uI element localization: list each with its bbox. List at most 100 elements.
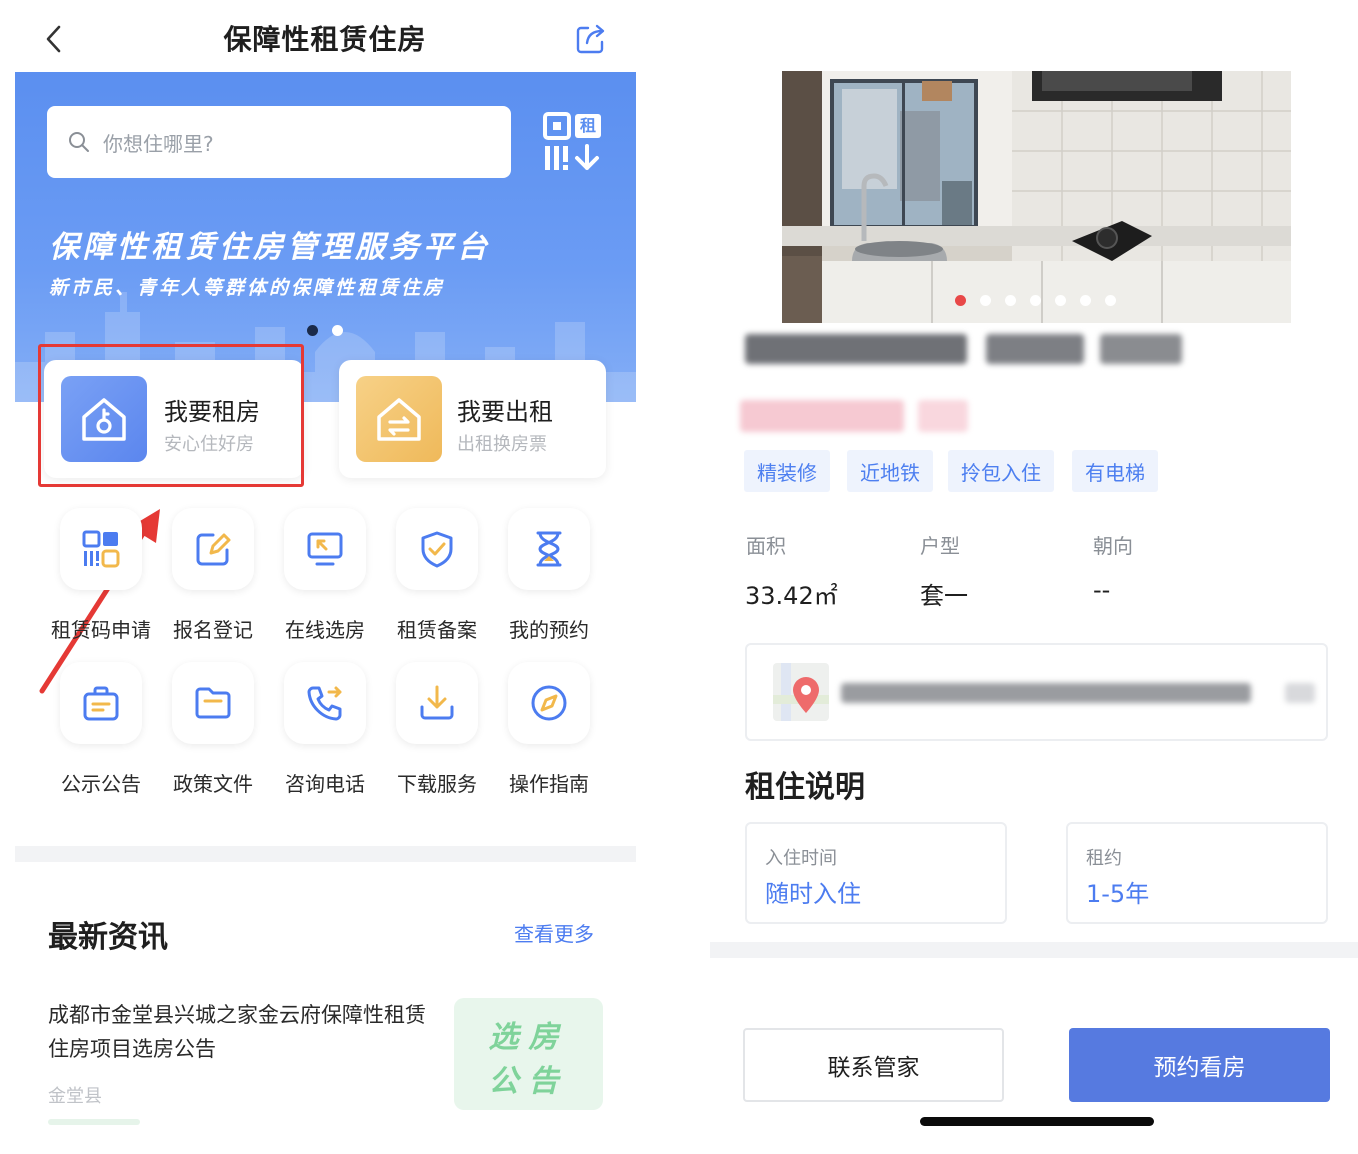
move-in-time-card: 入住时间 随时入住: [745, 822, 1007, 924]
lease-term-value: 1-5年: [1086, 880, 1150, 908]
share-button[interactable]: [574, 22, 608, 56]
service-label: 下载服务: [397, 772, 477, 796]
location-pin-icon: [793, 677, 819, 713]
news-heading: 最新资讯: [48, 920, 168, 955]
thumbnail-text-line1: 选房: [488, 1020, 569, 1055]
redacted-address: [841, 683, 1251, 703]
redacted-address: [1285, 683, 1315, 703]
hourglass-icon: [536, 531, 562, 567]
rental-code-scan-button[interactable]: 租: [541, 110, 605, 174]
service-hotline[interactable]: 咨询电话: [269, 662, 381, 797]
gallery-dot[interactable]: [980, 295, 991, 306]
search-icon: [69, 132, 89, 152]
hotline-icon-tile: [284, 662, 366, 744]
service-guide[interactable]: 操作指南: [493, 662, 605, 797]
policy-docs-icon-tile: [172, 662, 254, 744]
redacted-price: [918, 400, 968, 432]
spec-area-value: 33.42㎡: [745, 582, 838, 610]
qr-code-icon: [82, 530, 120, 568]
redacted-listing-title: [1100, 334, 1182, 364]
lease-term-card: 租约 1-5年: [1066, 822, 1328, 924]
service-label: 我的预约: [509, 618, 589, 642]
next-item-peek: [48, 1119, 140, 1125]
service-rental-code-apply[interactable]: 租赁码申请: [45, 508, 157, 643]
section-divider: [15, 846, 636, 862]
search-input[interactable]: 你想住哪里?: [47, 106, 511, 178]
share-icon: [576, 24, 605, 54]
download-icon-tile: [396, 662, 478, 744]
guide-icon-tile: [508, 662, 590, 744]
spec-layout-label: 户型: [920, 534, 960, 558]
service-label: 租赁码申请: [51, 618, 151, 642]
feature-tag: 拎包入住: [948, 450, 1054, 492]
gallery-dot[interactable]: [1030, 295, 1041, 306]
monitor-icon: [307, 532, 343, 566]
search-placeholder: 你想住哪里?: [103, 131, 214, 156]
spec-area-label: 面积: [746, 534, 786, 558]
service-online-selection[interactable]: 在线选房: [269, 508, 381, 643]
address-card[interactable]: [745, 643, 1328, 741]
registration-icon-tile: [172, 508, 254, 590]
service-label: 咨询电话: [285, 772, 365, 796]
house-exchange-icon: [377, 398, 421, 441]
service-my-appointments[interactable]: 我的预约: [493, 508, 605, 643]
page-title: 保障性租赁住房: [223, 23, 427, 56]
news-item-thumbnail[interactable]: 选房 公告: [454, 998, 603, 1110]
appointments-icon-tile: [508, 508, 590, 590]
contact-manager-button[interactable]: 联系管家: [743, 1028, 1004, 1102]
briefcase-icon: [83, 686, 119, 721]
feature-tag: 精装修: [744, 450, 830, 492]
service-policy-docs[interactable]: 政策文件: [157, 662, 269, 797]
spec-layout-value: 套一: [920, 582, 968, 610]
gallery-dot[interactable]: [1055, 295, 1066, 306]
edit-icon: [196, 533, 231, 566]
phone-icon: [307, 686, 342, 721]
carousel-dot-active[interactable]: [307, 325, 318, 336]
gallery-dot[interactable]: [1005, 295, 1016, 306]
gallery-dot-active[interactable]: [955, 295, 966, 306]
spec-orientation-label: 朝向: [1093, 534, 1133, 558]
service-label: 报名登记: [173, 618, 253, 642]
online-selection-icon-tile: [284, 508, 366, 590]
back-button[interactable]: [36, 20, 70, 58]
lease-out-title: 我要出租: [457, 398, 553, 426]
service-label: 政策文件: [173, 772, 253, 796]
public-notice-icon-tile: [60, 662, 142, 744]
service-label: 租赁备案: [397, 618, 477, 642]
service-label: 操作指南: [509, 772, 589, 796]
property-photo[interactable]: [782, 71, 1291, 323]
chevron-left-icon: [46, 25, 61, 53]
thumbnail-text-line2: 公告: [488, 1064, 569, 1099]
gallery-dot[interactable]: [1105, 295, 1116, 306]
lease-out-subtitle: 出租换房票: [457, 434, 547, 455]
feature-tag: 有电梯: [1072, 450, 1158, 492]
download-icon: [420, 685, 454, 720]
redacted-price: [740, 400, 904, 432]
home-indicator[interactable]: [920, 1117, 1154, 1126]
move-in-time-value: 随时入住: [765, 880, 861, 908]
lease-out-card[interactable]: 我要出租 出租换房票: [339, 360, 606, 478]
feature-tag: 近地铁: [847, 450, 933, 492]
lease-term-label: 租约: [1086, 848, 1122, 869]
carousel-dot[interactable]: [332, 325, 343, 336]
shield-check-icon: [421, 531, 453, 568]
lease-out-icon-tile: [356, 376, 442, 462]
gallery-dot[interactable]: [1080, 295, 1091, 306]
service-lease-filing[interactable]: 租赁备案: [381, 508, 493, 643]
service-registration[interactable]: 报名登记: [157, 508, 269, 643]
news-item-title[interactable]: 成都市金堂县兴城之家金云府保障性租赁住房项目选房公告: [48, 998, 440, 1066]
hero-subtitle: 新市民、青年人等群体的保障性租赁住房: [49, 277, 446, 299]
section-divider: [710, 942, 1358, 958]
compass-icon: [531, 685, 567, 721]
service-download[interactable]: 下载服务: [381, 662, 493, 797]
news-item-source: 金堂县: [48, 1086, 102, 1107]
book-viewing-button[interactable]: 预约看房: [1069, 1028, 1330, 1102]
rental-notes-heading: 租住说明: [745, 770, 865, 805]
highlight-annotation-box: [38, 344, 304, 487]
redacted-listing-title: [745, 334, 967, 364]
service-label: 公示公告: [61, 772, 141, 796]
service-public-notice[interactable]: 公示公告: [45, 662, 157, 797]
view-more-link[interactable]: 查看更多: [514, 918, 594, 947]
service-label: 在线选房: [285, 618, 365, 642]
qr-rent-label: 租: [579, 116, 596, 135]
